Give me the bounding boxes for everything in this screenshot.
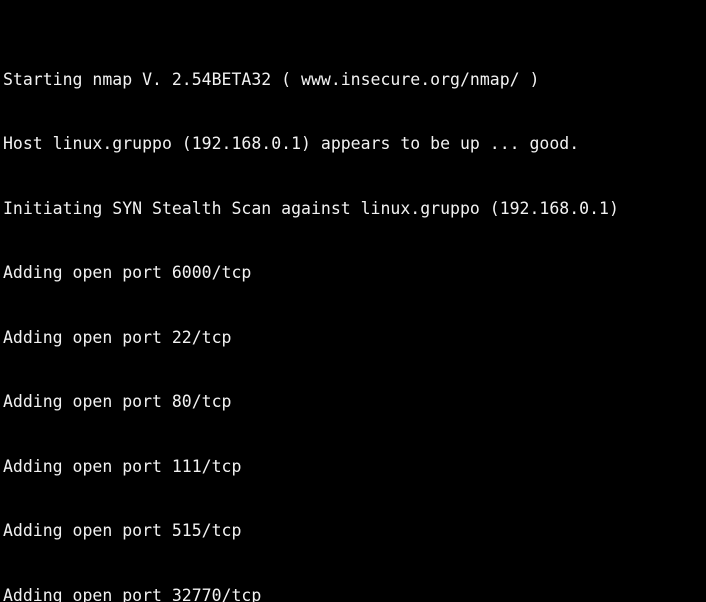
output-line-adding-port-80: Adding open port 80/tcp (3, 392, 232, 411)
output-line-adding-port-22: Adding open port 22/tcp (3, 327, 232, 347)
output-line-initiating-scan: Initiating SYN Stealth Scan against linu… (3, 198, 619, 218)
output-line-adding-port-111: Adding open port 111/tcp (3, 456, 242, 476)
output-line-adding-port-6000: Adding open port 6000/tcp (3, 263, 252, 282)
output-line-adding-port-32770: Adding open port 32770/tcp (3, 585, 262, 602)
terminal-screen: Starting nmap V. 2.54BETA32 ( www.insecu… (3, 4, 706, 602)
output-line-adding-port-515: Adding open port 515/tcp (3, 521, 242, 540)
output-line-banner: Starting nmap V. 2.54BETA32 ( www.insecu… (3, 69, 540, 89)
output-line-host-up: Host linux.gruppo (192.168.0.1) appears … (3, 134, 580, 153)
terminal-window[interactable]: Starting nmap V. 2.54BETA32 ( www.insecu… (0, 0, 706, 602)
